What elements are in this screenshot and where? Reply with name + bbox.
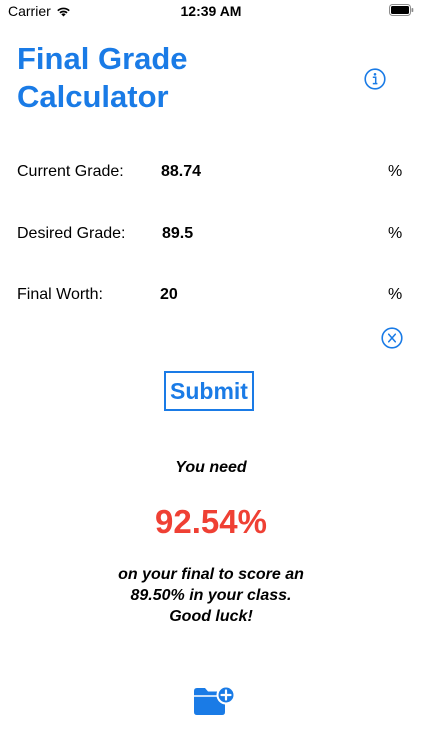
clear-icon[interactable] xyxy=(381,327,403,349)
desired-grade-unit: % xyxy=(388,225,403,242)
result-message-line-1: on your final to score an xyxy=(118,566,304,583)
desired-grade-row: Desired Grade: 89.5 % xyxy=(0,222,422,246)
folder-add-icon[interactable] xyxy=(192,685,236,717)
result-intro: You need xyxy=(175,459,247,476)
final-worth-label: Final Worth: xyxy=(17,286,103,303)
final-worth-unit: % xyxy=(388,286,403,303)
final-worth-row: Final Worth: 20 % xyxy=(0,283,422,307)
info-icon[interactable] xyxy=(364,68,386,90)
current-grade-label: Current Grade: xyxy=(17,163,124,180)
page-title-line-1: Final Grade xyxy=(17,41,188,76)
desired-grade-label: Desired Grade: xyxy=(17,225,126,242)
result-message-line-3: Good luck! xyxy=(169,608,253,625)
status-time: 12:39 AM xyxy=(180,3,242,19)
battery-icon xyxy=(389,4,414,16)
result-message: on your final to score an 89.50% in your… xyxy=(0,564,422,627)
final-worth-input[interactable]: 20 xyxy=(160,286,178,304)
page-title: Final Grade Calculator xyxy=(17,40,317,116)
result-message-line-2: 89.50% in your class. xyxy=(130,587,292,604)
current-grade-row: Current Grade: 88.74 % xyxy=(0,160,422,184)
current-grade-input[interactable]: 88.74 xyxy=(161,163,201,181)
status-bar: Carrier 12:39 AM xyxy=(0,0,422,24)
page-title-line-2: Calculator xyxy=(17,79,169,114)
result-value: 92.54% xyxy=(155,503,267,540)
submit-button[interactable]: Submit xyxy=(164,371,254,411)
desired-grade-input[interactable]: 89.5 xyxy=(162,225,193,243)
current-grade-unit: % xyxy=(388,163,403,180)
